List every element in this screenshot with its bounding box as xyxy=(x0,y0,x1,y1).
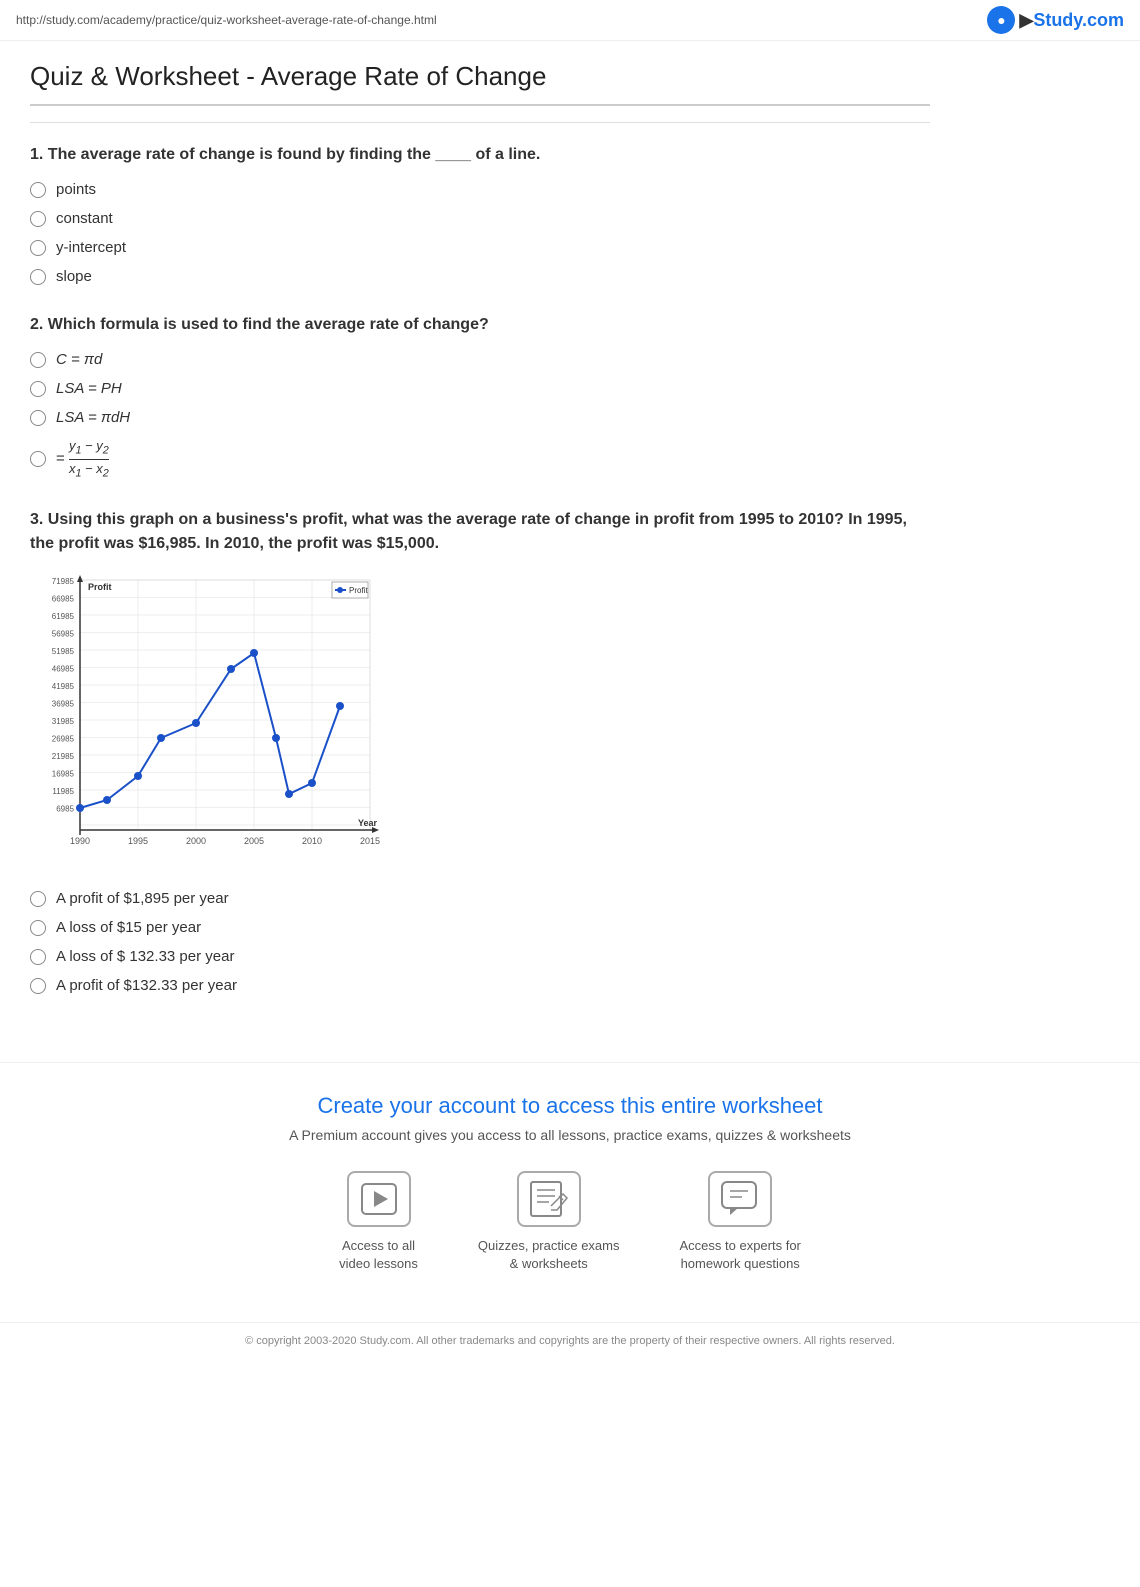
option-label-3-3: A loss of $ 132.33 per year xyxy=(56,948,234,965)
svg-text:1990: 1990 xyxy=(70,836,90,846)
feature-video-label: Access to allvideo lessons xyxy=(339,1237,418,1273)
svg-text:Profit: Profit xyxy=(349,586,368,595)
video-icon xyxy=(347,1171,411,1227)
radio-2-1[interactable] xyxy=(30,352,46,368)
option-1-2[interactable]: constant xyxy=(30,210,930,227)
radio-2-2[interactable] xyxy=(30,381,46,397)
radio-1-3[interactable] xyxy=(30,240,46,256)
svg-text:71985: 71985 xyxy=(52,577,75,586)
svg-text:46985: 46985 xyxy=(52,665,75,674)
option-label-2-2: LSA = PH xyxy=(56,380,122,397)
svg-text:Year: Year xyxy=(358,818,378,828)
svg-text:66985: 66985 xyxy=(52,595,75,604)
logo-text: ▶Study.com xyxy=(1019,10,1124,31)
radio-1-2[interactable] xyxy=(30,211,46,227)
radio-1-1[interactable] xyxy=(30,182,46,198)
svg-text:31985: 31985 xyxy=(52,717,75,726)
profit-graph: 71985 66985 61985 56985 51985 46985 4198… xyxy=(30,570,390,870)
radio-3-2[interactable] xyxy=(30,920,46,936)
option-label-1-4: slope xyxy=(56,268,92,285)
svg-text:2000: 2000 xyxy=(186,836,206,846)
svg-text:36985: 36985 xyxy=(52,700,75,709)
svg-text:2010: 2010 xyxy=(302,836,322,846)
option-label-1-1: points xyxy=(56,181,96,198)
svg-text:41985: 41985 xyxy=(52,682,75,691)
question-1-text: 1. The average rate of change is found b… xyxy=(30,143,930,167)
svg-text:61985: 61985 xyxy=(52,612,75,621)
option-2-3[interactable]: LSA = πdH xyxy=(30,409,930,426)
option-label-1-3: y-intercept xyxy=(56,239,126,256)
option-3-1[interactable]: A profit of $1,895 per year xyxy=(30,890,930,907)
quiz-icon xyxy=(517,1171,581,1227)
option-1-3[interactable]: y-intercept xyxy=(30,239,930,256)
feature-quizzes-label: Quizzes, practice exams& worksheets xyxy=(478,1237,620,1273)
option-2-4[interactable]: = y1 − y2x1 − x2 xyxy=(30,438,930,480)
url-bar: http://study.com/academy/practice/quiz-w… xyxy=(16,13,437,27)
question-2-text: 2. Which formula is used to find the ave… xyxy=(30,313,930,337)
svg-text:21985: 21985 xyxy=(52,752,75,761)
question-1: 1. The average rate of change is found b… xyxy=(30,143,930,285)
option-label-3-2: A loss of $15 per year xyxy=(56,919,201,936)
main-content: Quiz & Worksheet - Average Rate of Chang… xyxy=(0,41,960,1042)
option-label-1-2: constant xyxy=(56,210,113,227)
page-title: Quiz & Worksheet - Average Rate of Chang… xyxy=(30,61,930,106)
svg-text:2005: 2005 xyxy=(244,836,264,846)
feature-experts: Access to experts forhomework questions xyxy=(680,1171,801,1273)
option-3-3[interactable]: A loss of $ 132.33 per year xyxy=(30,948,930,965)
svg-text:1995: 1995 xyxy=(128,836,148,846)
option-label-2-3: LSA = πdH xyxy=(56,409,130,426)
option-1-4[interactable]: slope xyxy=(30,268,930,285)
feature-experts-label: Access to experts forhomework questions xyxy=(680,1237,801,1273)
logo: ● ▶Study.com xyxy=(987,6,1124,34)
question-2: 2. Which formula is used to find the ave… xyxy=(30,313,930,480)
chat-icon xyxy=(708,1171,772,1227)
radio-1-4[interactable] xyxy=(30,269,46,285)
svg-text:2015: 2015 xyxy=(360,836,380,846)
option-2-1[interactable]: C = πd xyxy=(30,351,930,368)
radio-3-4[interactable] xyxy=(30,978,46,994)
svg-text:11985: 11985 xyxy=(52,787,74,796)
top-bar: http://study.com/academy/practice/quiz-w… xyxy=(0,0,1140,41)
features-row: Access to allvideo lessons Quizzes, prac… xyxy=(20,1171,1120,1273)
feature-quizzes: Quizzes, practice exams& worksheets xyxy=(478,1171,620,1273)
footer-text: © copyright 2003-2020 Study.com. All oth… xyxy=(245,1335,895,1347)
feature-video: Access to allvideo lessons xyxy=(339,1171,418,1273)
radio-2-4[interactable] xyxy=(30,451,46,467)
graph-container: 71985 66985 61985 56985 51985 46985 4198… xyxy=(30,570,390,874)
svg-text:Profit: Profit xyxy=(88,582,112,592)
radio-3-3[interactable] xyxy=(30,949,46,965)
svg-text:51985: 51985 xyxy=(52,647,75,656)
svg-text:26985: 26985 xyxy=(52,735,75,744)
option-2-2[interactable]: LSA = PH xyxy=(30,380,930,397)
svg-text:56985: 56985 xyxy=(52,630,75,639)
option-label-3-1: A profit of $1,895 per year xyxy=(56,890,229,907)
footer: © copyright 2003-2020 Study.com. All oth… xyxy=(0,1322,1140,1359)
option-label-2-1: C = πd xyxy=(56,351,102,368)
cta-section: Create your account to access this entir… xyxy=(0,1062,1140,1321)
question-3-text: 3. Using this graph on a business's prof… xyxy=(30,508,930,556)
question-3: 3. Using this graph on a business's prof… xyxy=(30,508,930,994)
option-label-2-4: = y1 − y2x1 − x2 xyxy=(56,438,109,480)
cta-subtitle: A Premium account gives you access to al… xyxy=(20,1127,1120,1143)
radio-2-3[interactable] xyxy=(30,410,46,426)
logo-icon: ● xyxy=(987,6,1015,34)
option-3-4[interactable]: A profit of $132.33 per year xyxy=(30,977,930,994)
radio-3-1[interactable] xyxy=(30,891,46,907)
svg-text:16985: 16985 xyxy=(52,770,75,779)
cta-title: Create your account to access this entir… xyxy=(20,1093,1120,1119)
svg-text:6985: 6985 xyxy=(56,805,74,814)
option-1-1[interactable]: points xyxy=(30,181,930,198)
option-3-2[interactable]: A loss of $15 per year xyxy=(30,919,930,936)
option-label-3-4: A profit of $132.33 per year xyxy=(56,977,237,994)
